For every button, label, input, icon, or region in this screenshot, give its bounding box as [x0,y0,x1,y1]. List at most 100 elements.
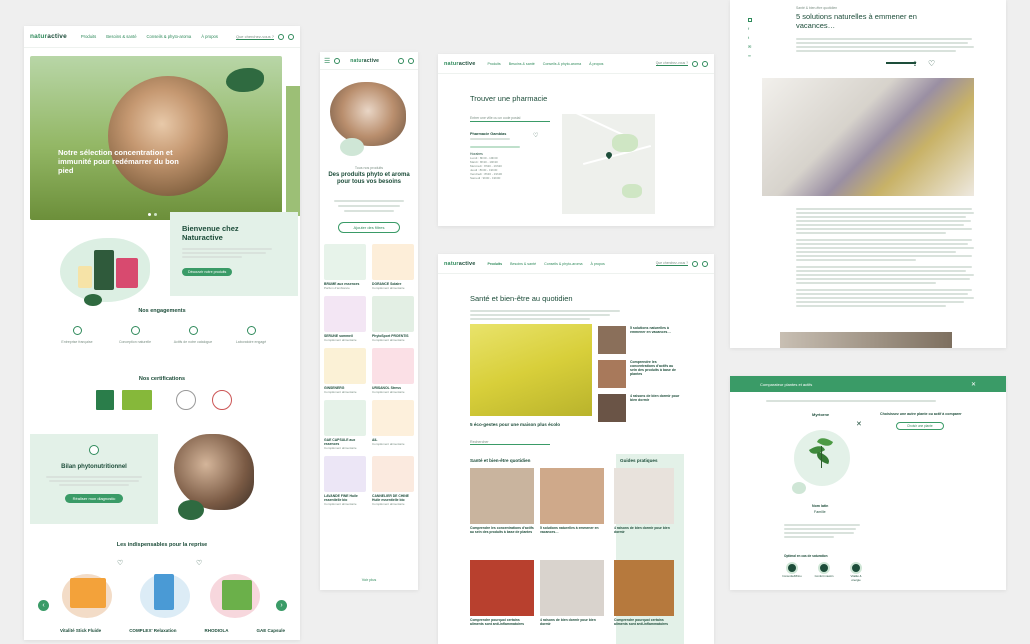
nav-item-advice[interactable]: Conseils & phyto-aroma [147,34,192,39]
cosmos-organic-logo [212,390,232,410]
logo[interactable]: naturactive [30,33,67,40]
lab-icon [246,326,256,335]
logo[interactable]: naturactive [444,61,476,67]
engagement-item: Conception naturelle [112,322,158,344]
close-icon[interactable]: ✕ [856,420,862,428]
facebook-icon[interactable]: f [748,26,752,31]
article-card[interactable]: 4 raisons de bien dormir pour bien dormi… [614,468,674,534]
filter-button[interactable]: Ajouter des filtres [338,222,400,233]
icons-title: Optimal en cas de saturation [784,554,828,558]
nav-item-needs[interactable]: Besoins & santé [509,62,535,66]
ab-logo [96,390,114,410]
location-icon[interactable] [278,33,284,40]
product-name[interactable]: COMPLEX' Relaxation [129,628,176,633]
engagements-title: Nos engagements [138,308,186,314]
article-card[interactable]: 5 solutions naturelles à emmener en vaca… [540,468,604,534]
main-article-image[interactable] [470,324,592,416]
search-input[interactable]: Que cherchez-vous ? [655,61,688,66]
logo[interactable]: naturactive [444,261,476,267]
digestion-icon [818,562,830,574]
hero-title: Notre sélection concentration et immunit… [58,148,179,175]
side-article[interactable]: 5 solutions naturelles à emmener en vaca… [598,326,682,354]
account-icon[interactable] [288,33,294,40]
product-name[interactable]: RHODIOLA [205,628,229,633]
nav-item-about[interactable]: À propos [201,34,218,39]
product-card[interactable]: DORANCE Solaire Complément alimentaire [372,244,414,290]
product-card[interactable]: GAE CAPSULE aux essences Complément alime… [324,400,366,450]
pharmacy-title: Trouver une pharmacie [470,94,548,103]
account-icon[interactable] [702,260,708,267]
account-icon[interactable] [702,60,708,67]
diagnostic-button[interactable]: Réaliser mon diagnostic [64,494,124,503]
bilan-blob-decor [178,500,204,520]
location-icon[interactable] [692,60,698,67]
carousel-prev[interactable]: ‹ [38,600,49,611]
search-icon[interactable] [334,57,341,64]
product-card[interactable]: AIL Complément alimentaire [372,400,414,450]
bilan-photo [174,434,254,510]
menu-icon[interactable]: ☰ [324,57,330,65]
account-icon[interactable] [408,57,414,64]
product-name[interactable]: GAE Capsule [257,628,286,633]
nav-item-about[interactable]: À propos [589,62,603,66]
article-title: 5 solutions naturelles à emmener en vaca… [796,12,917,30]
nav-item-products[interactable]: Produits [488,62,501,66]
close-icon[interactable]: ✕ [971,381,976,388]
choose-plant-button[interactable]: Choisir une plante [896,422,944,430]
favorite-icon[interactable]: ♡ [928,59,935,68]
favorite-icon[interactable]: ♡ [533,132,538,139]
welcome-button[interactable]: Découvrir notre produits [182,268,233,276]
article-search-input[interactable]: Rechercher [470,440,550,445]
carousel-next[interactable]: › [276,600,287,611]
side-article[interactable]: Comprendre les concentrations d'actifs a… [598,360,682,388]
nav-item-advice[interactable]: Conseils & phyto-aroma [543,62,581,66]
carousel-dot[interactable] [148,213,151,216]
mobile-hero-photo [330,82,406,146]
location-icon[interactable] [398,57,404,64]
hero-photo-circle [108,76,228,196]
logo[interactable]: naturactive [350,58,379,64]
search-input[interactable]: Que cherchez-vous ? [655,261,688,266]
guides-title: Guides pratiques [620,458,658,463]
benefit-item: Immunité/Rhino [782,562,802,582]
benefit-item: Confort intestin [814,562,834,582]
article-card[interactable]: Comprendre pourquoi certains aliments so… [614,560,674,626]
nav-item-products[interactable]: Produits [81,34,96,39]
main-article-caption[interactable]: 5 éco-gestes pour une maison plus écolo [470,422,560,427]
article-card[interactable]: 4 raisons de bien dormir pour bien dormi… [540,560,604,626]
product-card[interactable]: LAVANDE FINE Huile essentielle bio Complé… [324,456,366,506]
article-panel: f t ✉ ∞ Santé & bien-être quotidien 5 so… [730,0,1006,348]
more-button[interactable]: Voir plus [320,578,418,582]
product-card[interactable]: CANNELIER DE CHINE Huile essentielle bio… [372,456,414,506]
product-card[interactable]: BRUME aux essences Parfum d'ambiance [324,244,366,290]
product-card[interactable]: URISANOL Stress Complément alimentaire [372,348,414,394]
favorite-icon[interactable]: ♡ [196,559,202,567]
favorite-icon[interactable]: ♡ [117,559,123,567]
nav-item-about[interactable]: À propos [590,262,604,266]
twitter-icon[interactable]: t [748,35,752,40]
health-title: Santé et bien-être au quotidien [470,294,573,303]
link-icon[interactable]: ∞ [748,53,752,58]
product-card[interactable]: GINSENERG Complément alimentaire [324,348,366,394]
pharmacy-result[interactable]: Pharmacie Gambias Horaires Lundi : 8h30 … [470,132,550,180]
side-article[interactable]: 4 raisons de bien dormir pour bien dormi… [598,394,682,422]
pharmacy-map[interactable] [562,111,655,214]
product-card[interactable]: SERUNE sommeil Complément alimentaire [324,296,366,342]
nav-item-products[interactable]: Produits [488,262,503,266]
article-card[interactable]: Comprendre les concentrations d'actifs a… [470,468,534,534]
email-icon[interactable]: ✉ [748,44,752,49]
carousel-dot[interactable] [154,213,157,216]
product-name[interactable]: Vitalité Stick Fluide [60,628,101,633]
bookmark-icon[interactable] [748,18,752,22]
nav-item-advice[interactable]: Conseils & phyto-aroma [544,262,582,266]
share-icon[interactable]: ⇪ [912,60,918,68]
engagement-item: Laboratoire engagé [228,322,274,344]
pharmacy-search-input[interactable]: Entrer une ville ou un code postal [470,116,550,122]
location-icon[interactable] [692,260,698,267]
search-input[interactable]: Que cherchez-vous ? [235,34,274,40]
nav-item-needs[interactable]: Besoins & santé [106,34,136,39]
nav-item-needs[interactable]: Besoins & santé [510,262,536,266]
product-card[interactable]: PhytoSport PROENTIS Complément alimentair… [372,296,414,342]
health-panel: naturactive Produits Besoins & santé Con… [438,254,714,644]
article-card[interactable]: Comprendre pourquoi certains aliments so… [470,560,534,626]
